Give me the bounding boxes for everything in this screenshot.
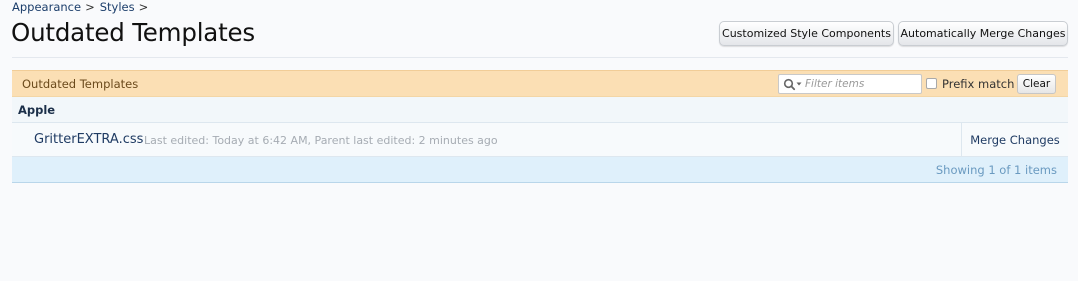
group-label: Apple — [18, 103, 56, 117]
breadcrumb: Appearance > Styles > — [12, 0, 153, 14]
breadcrumb-separator: > — [138, 0, 149, 14]
prefix-match-label[interactable]: Prefix match — [942, 77, 1014, 91]
search-icon[interactable] — [783, 77, 805, 91]
merge-changes-link[interactable]: Merge Changes — [961, 123, 1068, 156]
filter-box[interactable] — [778, 74, 922, 94]
list-item: GritterEXTRA.css Last edited: Today at 6… — [12, 123, 1068, 157]
template-meta: Last edited: Today at 6:42 AM, Parent la… — [144, 134, 498, 147]
template-link[interactable]: GritterEXTRA.css — [34, 132, 143, 147]
clear-button[interactable]: Clear — [1017, 74, 1056, 94]
breadcrumb-item-styles[interactable]: Styles — [100, 0, 135, 14]
title-divider — [12, 57, 1068, 58]
customized-style-components-button[interactable]: Customized Style Components — [719, 21, 894, 46]
page-title: Outdated Templates — [11, 18, 255, 47]
showing-count: Showing 1 of 1 items — [935, 163, 1057, 177]
breadcrumb-item-appearance[interactable]: Appearance — [12, 0, 81, 14]
filter-input[interactable] — [805, 76, 917, 92]
list-footer: Showing 1 of 1 items — [12, 157, 1068, 183]
group-header: Apple — [12, 97, 1068, 123]
automatically-merge-changes-button[interactable]: Automatically Merge Changes — [898, 21, 1068, 46]
section-title: Outdated Templates — [22, 77, 139, 91]
section-header: Outdated Templates Prefix match Clear — [12, 70, 1068, 97]
breadcrumb-separator: > — [85, 0, 95, 14]
prefix-match-checkbox[interactable] — [926, 78, 937, 89]
